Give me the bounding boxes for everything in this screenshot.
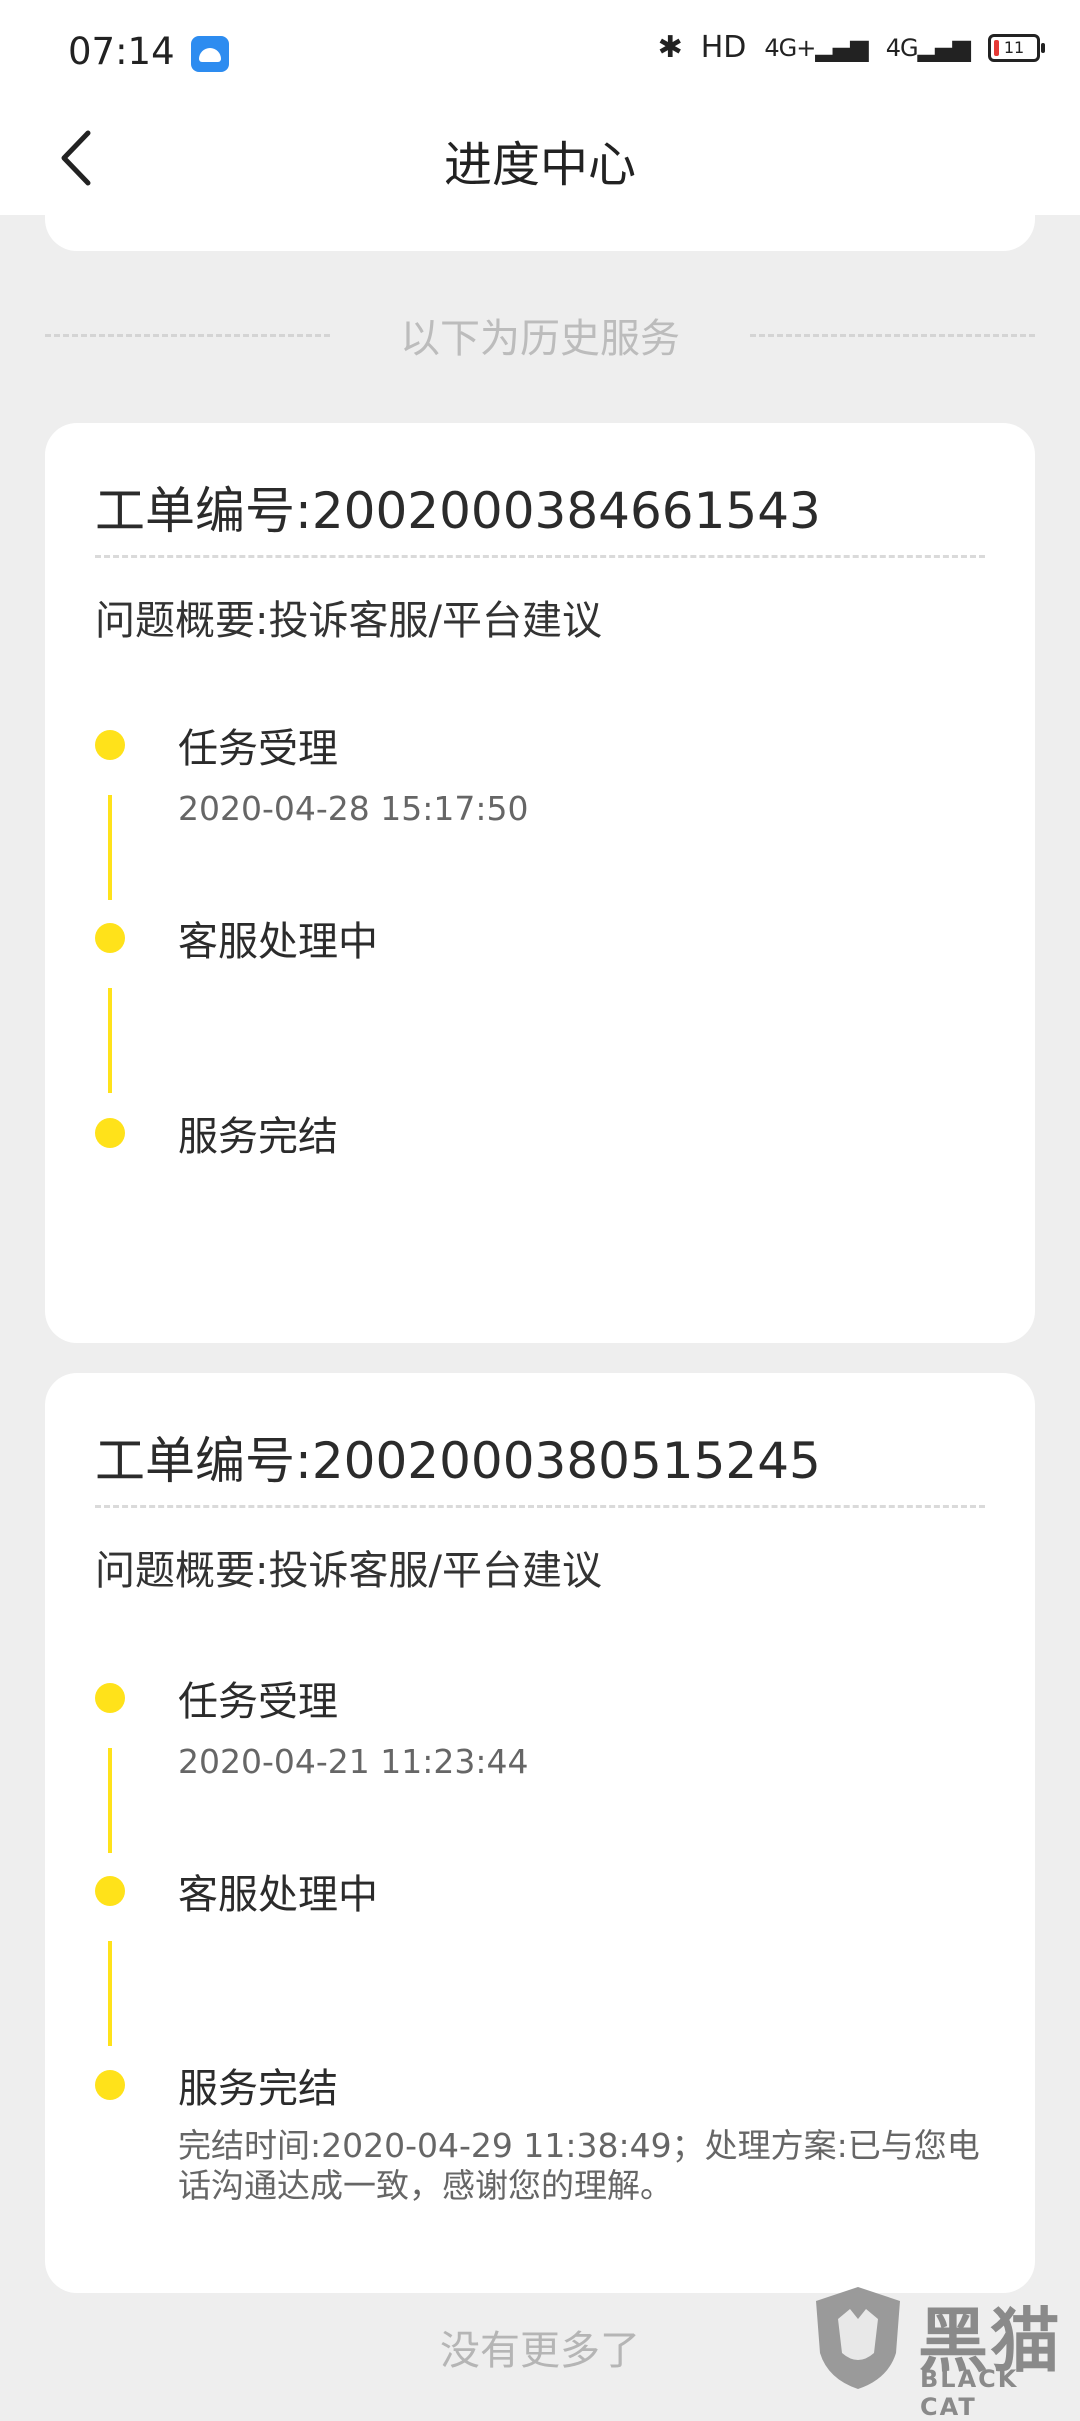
step-label: 任务受理 xyxy=(178,726,338,772)
completion-note: 完结时间:2020-04-29 11:38:49；处理方案:已与您电话沟通达成一… xyxy=(178,2126,980,2205)
hd-indicator: HD xyxy=(700,30,747,65)
shield-cat-icon xyxy=(816,2287,900,2389)
step-connector xyxy=(108,1941,112,2046)
step-label: 服务完结 xyxy=(178,2066,338,2112)
page-title: 进度中心 xyxy=(443,137,636,193)
previous-card-remnant xyxy=(45,215,1035,251)
step-label: 客服处理中 xyxy=(178,919,378,965)
step-label: 任务受理 xyxy=(178,1679,338,1725)
card-divider xyxy=(95,555,985,558)
step-dot xyxy=(95,730,125,760)
step-time: 2020-04-21 11:23:44 xyxy=(178,1742,529,1781)
order-card[interactable]: 工单编号:2002000384661543 问题概要:投诉客服/平台建议 任务受… xyxy=(45,423,1035,1343)
step-connector xyxy=(108,795,112,900)
step-time: 2020-04-28 15:17:50 xyxy=(178,789,529,828)
step-connector xyxy=(108,988,112,1093)
divider-line-right xyxy=(750,333,1035,337)
status-bar: 07:14 ✱ HD 4G+▂▄▆ 4G▂▄▆ 11 xyxy=(0,0,1080,105)
status-icons: ✱ HD 4G+▂▄▆ 4G▂▄▆ 11 xyxy=(657,30,1045,65)
step-label: 服务完结 xyxy=(178,1114,338,1160)
app-header: 进度中心 xyxy=(0,105,1080,215)
order-number: 工单编号:2002000380515245 xyxy=(95,1432,821,1490)
step-dot xyxy=(95,1683,125,1713)
order-number: 工单编号:2002000384661543 xyxy=(95,482,821,540)
signal-icon-1: 4G+▂▄▆ xyxy=(764,33,868,62)
android-app-icon xyxy=(191,36,229,72)
step-dot xyxy=(95,1118,125,1148)
watermark-logo: 黑猫 BLACK CAT xyxy=(808,2283,1080,2421)
step-dot xyxy=(95,2070,125,2100)
divider-line-left xyxy=(45,333,330,337)
history-divider: 以下为历史服务 xyxy=(45,300,1035,370)
step-connector xyxy=(108,1748,112,1853)
step-dot xyxy=(95,1876,125,1906)
step-label: 客服处理中 xyxy=(178,1872,378,1918)
status-time: 07:14 xyxy=(68,30,175,73)
step-dot xyxy=(95,923,125,953)
issue-summary: 问题概要:投诉客服/平台建议 xyxy=(95,1548,602,1594)
history-divider-label: 以下为历史服务 xyxy=(400,316,680,362)
watermark-en: BLACK CAT xyxy=(920,2365,1019,2421)
card-divider xyxy=(95,1505,985,1508)
bluetooth-icon: ✱ xyxy=(657,30,683,65)
signal-icon-2: 4G▂▄▆ xyxy=(885,33,971,62)
issue-summary: 问题概要:投诉客服/平台建议 xyxy=(95,598,602,644)
battery-icon: 11 xyxy=(988,33,1045,62)
order-card[interactable]: 工单编号:2002000380515245 问题概要:投诉客服/平台建议 任务受… xyxy=(45,1373,1035,2293)
